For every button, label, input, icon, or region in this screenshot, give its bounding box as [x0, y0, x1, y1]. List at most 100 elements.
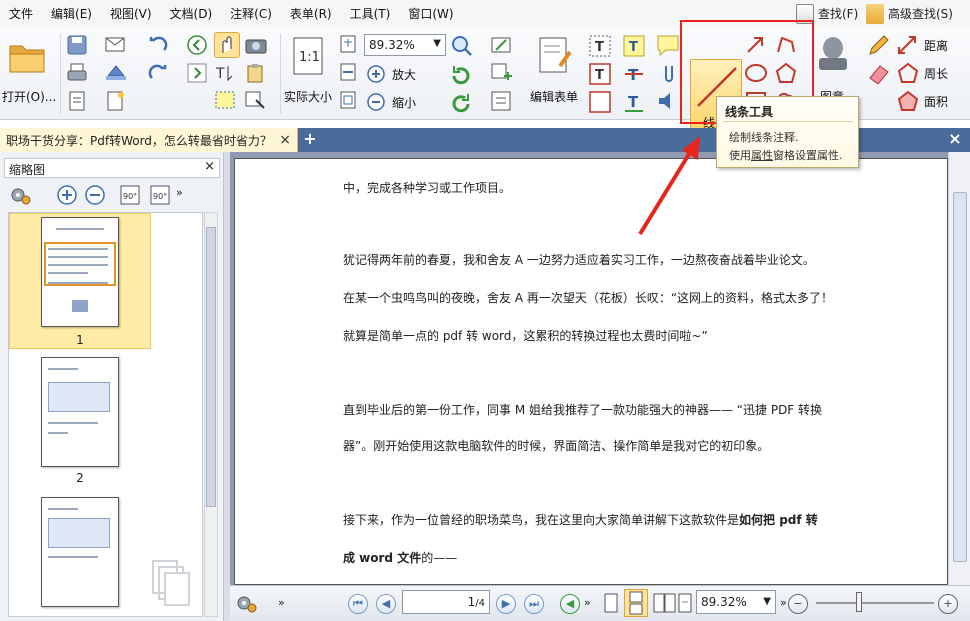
menu-comment[interactable]: 注释(C) — [221, 0, 281, 28]
document-tab[interactable]: 职场干货分享：Pdf转Word，怎么转最省时省力？ × — [0, 128, 298, 152]
advanced-find-menu[interactable]: 高级查找(S) — [866, 0, 953, 28]
facing-pages-icon[interactable] — [652, 592, 678, 616]
svg-text:90°: 90° — [153, 192, 167, 201]
actual-size-button[interactable]: 1:1 实际大小 — [284, 34, 336, 114]
select-object-icon[interactable] — [244, 90, 270, 112]
zoom-in-button[interactable]: 放大 — [366, 64, 426, 84]
strikeout-icon[interactable]: T — [622, 62, 646, 86]
thumbnail-page-2[interactable] — [41, 357, 119, 467]
email-icon[interactable] — [104, 34, 130, 56]
edit-form-button[interactable]: 编辑表单 — [530, 34, 586, 114]
settings-gear-icon[interactable] — [234, 592, 264, 616]
zoom-select[interactable]: 89.32% ▼ — [364, 34, 446, 56]
typewriter-icon[interactable]: T — [622, 34, 646, 58]
thumbnail-page-1[interactable] — [41, 217, 119, 327]
expand-chevron-icon[interactable]: » — [278, 596, 285, 609]
menu-form[interactable]: 表单(R) — [281, 0, 341, 28]
last-page-button[interactable]: ⏭ — [524, 594, 544, 614]
zoom-search-icon[interactable] — [450, 34, 474, 56]
single-page-icon[interactable] — [602, 592, 620, 616]
svg-text:T: T — [215, 66, 225, 82]
area-icon — [897, 90, 919, 111]
open-button[interactable]: 打开(O)... — [2, 34, 56, 114]
pencil-icon[interactable] — [866, 34, 890, 56]
next-page-button[interactable]: ▶ — [496, 594, 516, 614]
properties-link[interactable]: 属性 — [751, 149, 773, 162]
gear-icon[interactable] — [8, 184, 38, 206]
separator — [280, 34, 281, 114]
first-page-button[interactable]: ⏮ — [348, 594, 368, 614]
rotate-cw-icon[interactable]: 90° — [148, 182, 172, 208]
forward-icon[interactable] — [186, 62, 208, 84]
document-scroll-thumb[interactable] — [953, 192, 967, 562]
print-icon[interactable] — [66, 62, 88, 84]
menu-view[interactable]: 视图(V) — [101, 0, 161, 28]
callout-icon[interactable] — [588, 90, 612, 114]
menu-file[interactable]: 文件 — [0, 0, 42, 28]
find-label: 查找(F) — [818, 7, 859, 21]
history-back-button[interactable]: ◀ — [560, 594, 580, 614]
close-all-icon[interactable]: × — [946, 130, 964, 148]
add-field-icon[interactable] — [490, 62, 516, 84]
menu-document[interactable]: 文档(D) — [161, 0, 222, 28]
enlarge-thumb-icon[interactable] — [56, 184, 78, 206]
menu-tools[interactable]: 工具(T) — [341, 0, 400, 28]
note-icon[interactable] — [656, 34, 682, 56]
text-box-icon[interactable]: T — [588, 62, 612, 86]
page-number-input[interactable]: 1/4 — [402, 590, 490, 614]
text-field-icon[interactable]: T — [588, 34, 612, 58]
redo-icon[interactable] — [146, 62, 174, 84]
zoom-chevron-icon[interactable]: » — [780, 596, 787, 609]
more-chevron-icon[interactable]: » — [176, 186, 183, 199]
document-scrollbar[interactable] — [948, 152, 970, 585]
perimeter-button[interactable]: 周长 — [896, 62, 966, 84]
snapshot-icon[interactable] — [244, 34, 268, 56]
thumbnail-page-3[interactable] — [41, 497, 119, 607]
menu-edit[interactable]: 编辑(E) — [42, 0, 101, 28]
shrink-thumb-icon[interactable] — [84, 184, 106, 206]
sound-icon[interactable] — [656, 90, 682, 112]
menu-window[interactable]: 窗口(W) — [399, 0, 462, 28]
undo-icon[interactable] — [146, 34, 174, 56]
fit-width-icon[interactable] — [338, 62, 358, 82]
zoom-out-button[interactable]: 缩小 — [366, 92, 426, 112]
hand-tool-button[interactable] — [214, 32, 240, 58]
area-button[interactable]: 面积 — [896, 90, 966, 112]
clipboard-icon[interactable] — [244, 62, 270, 84]
fit-visible-icon[interactable] — [338, 90, 358, 110]
cover-page-icon[interactable] — [676, 592, 694, 616]
select-text-icon[interactable]: T — [214, 62, 240, 84]
new-doc-icon[interactable] — [104, 90, 130, 112]
save-icon[interactable] — [66, 34, 88, 56]
svg-text:T: T — [628, 93, 639, 111]
form-list-icon[interactable] — [490, 90, 516, 112]
zoom-level-select[interactable]: 89.32% ▼ — [696, 590, 776, 614]
thumbnail-label-1: 1 — [76, 333, 84, 347]
distance-button[interactable]: 距离 — [896, 34, 966, 56]
zoom-slider-handle[interactable] — [856, 592, 862, 612]
history-chevron-icon[interactable]: » — [584, 596, 591, 609]
underline-icon[interactable]: T — [622, 90, 646, 114]
form-field-icon[interactable] — [490, 34, 516, 56]
eraser-icon[interactable] — [866, 62, 890, 84]
panel-close-icon[interactable]: × — [204, 159, 215, 174]
fit-page-icon[interactable] — [338, 34, 358, 54]
thumbnail-scrollbar[interactable] — [204, 212, 218, 617]
new-tab-icon[interactable]: + — [302, 131, 318, 147]
attach-icon[interactable] — [656, 62, 682, 84]
zoom-in-small-button[interactable]: + — [938, 594, 958, 614]
rotate-right-icon[interactable] — [450, 64, 472, 86]
zoom-out-small-button[interactable]: − — [788, 594, 808, 614]
rotate-ccw-icon[interactable]: 90° — [118, 182, 142, 208]
continuous-view-button[interactable] — [624, 589, 648, 617]
scan-icon[interactable] — [104, 62, 130, 84]
thumbnail-scroll-thumb[interactable] — [206, 227, 216, 507]
tab-close-icon[interactable]: × — [279, 132, 291, 148]
rotate-left-icon[interactable] — [450, 92, 472, 114]
zoom-slider-track[interactable] — [816, 602, 934, 604]
back-icon[interactable] — [186, 34, 208, 56]
select-area-icon[interactable] — [214, 90, 240, 112]
prev-page-button[interactable]: ◀ — [376, 594, 396, 614]
properties-icon[interactable] — [66, 90, 88, 112]
svg-text:T: T — [595, 40, 604, 55]
